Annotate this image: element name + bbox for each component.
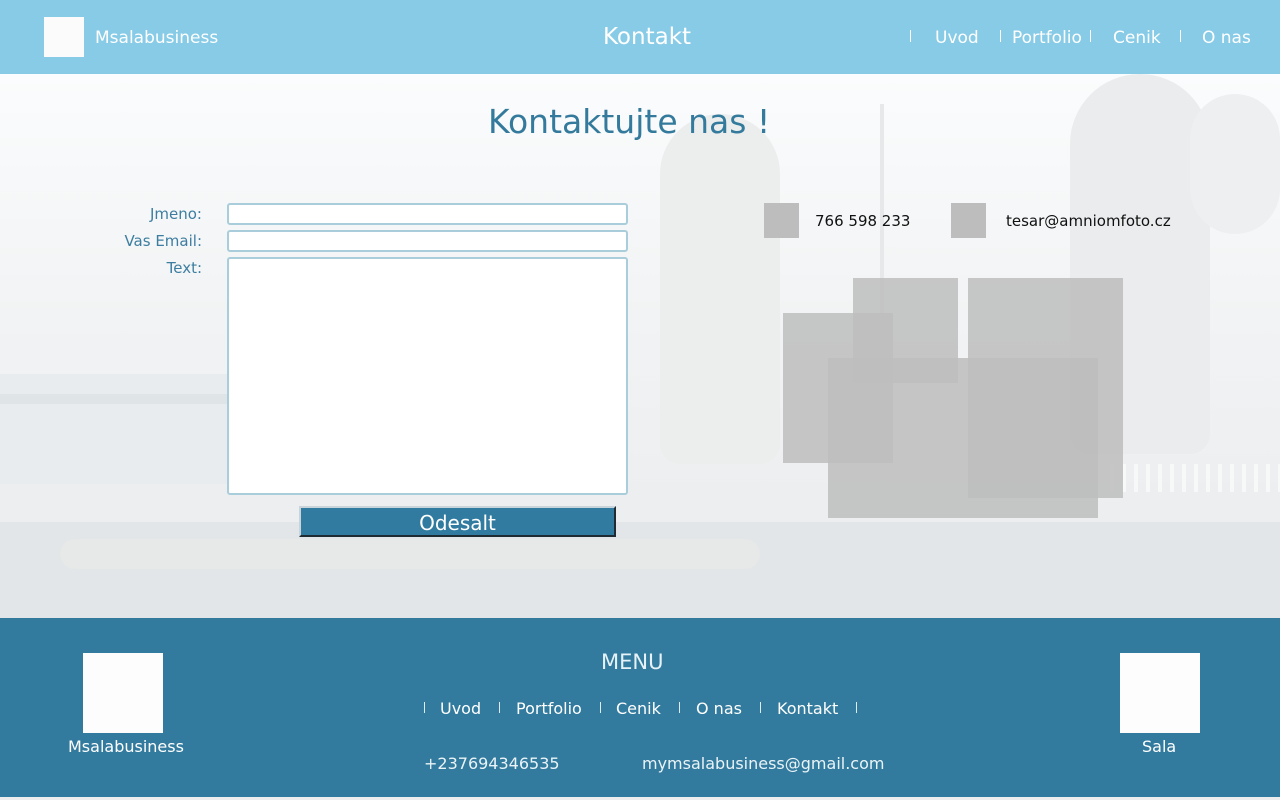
footer-logo-right[interactable] [1120, 653, 1200, 733]
footer-brand-caption: Msalabusiness [68, 737, 184, 756]
email-input[interactable] [227, 230, 628, 252]
nav-separator [1000, 30, 1001, 42]
nav-item-uvod[interactable]: Uvod [935, 28, 979, 48]
phone-icon [764, 203, 799, 238]
footer-nav-portfolio[interactable]: Portfolio [516, 699, 582, 718]
site-header: Msalabusiness Kontakt Uvod Portfolio Cen… [0, 0, 1280, 74]
name-label: Jmeno: [149, 205, 202, 223]
name-input[interactable] [227, 203, 628, 225]
contact-heading: Kontaktujte nas ! [488, 102, 771, 141]
footer-nav-separator [600, 702, 601, 713]
nav-separator [910, 30, 911, 42]
footer-nav-uvod[interactable]: Uvod [440, 699, 481, 718]
contact-section: Kontaktujte nas ! Jmeno: Vas Email: Text… [0, 74, 1280, 618]
footer-nav-separator [499, 702, 500, 713]
contact-phone: 766 598 233 [815, 212, 911, 230]
nav-item-cenik[interactable]: Cenik [1113, 28, 1161, 48]
contact-email[interactable]: tesar@amniomfoto.cz [1006, 212, 1171, 230]
footer-nav-separator [424, 702, 425, 713]
footer-nav-o-nas[interactable]: O nas [696, 699, 742, 718]
footer-menu-title: MENU [601, 650, 664, 674]
message-textarea[interactable] [227, 257, 628, 495]
background-fence [1110, 464, 1280, 492]
footer-email[interactable]: mymsalabusiness@gmail.com [642, 754, 884, 773]
text-label: Text: [166, 259, 202, 277]
footer-nav-separator [760, 702, 761, 713]
background-road [0, 522, 1280, 618]
email-label: Vas Email: [124, 232, 202, 250]
page-title: Kontakt [603, 24, 692, 50]
email-icon [951, 203, 986, 238]
footer-nav-separator [679, 702, 680, 713]
footer-logo-left[interactable] [83, 653, 163, 733]
site-footer: Msalabusiness MENU Uvod Portfolio Cenik … [0, 618, 1280, 797]
background-lawn [60, 539, 760, 569]
gallery-image [783, 313, 893, 463]
footer-nav-cenik[interactable]: Cenik [616, 699, 661, 718]
background-tree [660, 114, 780, 464]
footer-nav-kontakt[interactable]: Kontakt [777, 699, 838, 718]
submit-button[interactable]: Odesalt [299, 506, 616, 537]
footer-right-caption: Sala [1142, 737, 1177, 756]
nav-item-portfolio[interactable]: Portfolio [1012, 28, 1082, 48]
nav-separator [1090, 30, 1091, 42]
footer-phone: +237694346535 [424, 754, 560, 773]
footer-nav-separator [856, 702, 857, 713]
logo-image[interactable] [44, 17, 84, 57]
background-tree [1190, 94, 1280, 234]
nav-item-o-nas[interactable]: O nas [1202, 28, 1251, 48]
nav-separator [1180, 30, 1181, 42]
brand-name[interactable]: Msalabusiness [95, 28, 218, 48]
